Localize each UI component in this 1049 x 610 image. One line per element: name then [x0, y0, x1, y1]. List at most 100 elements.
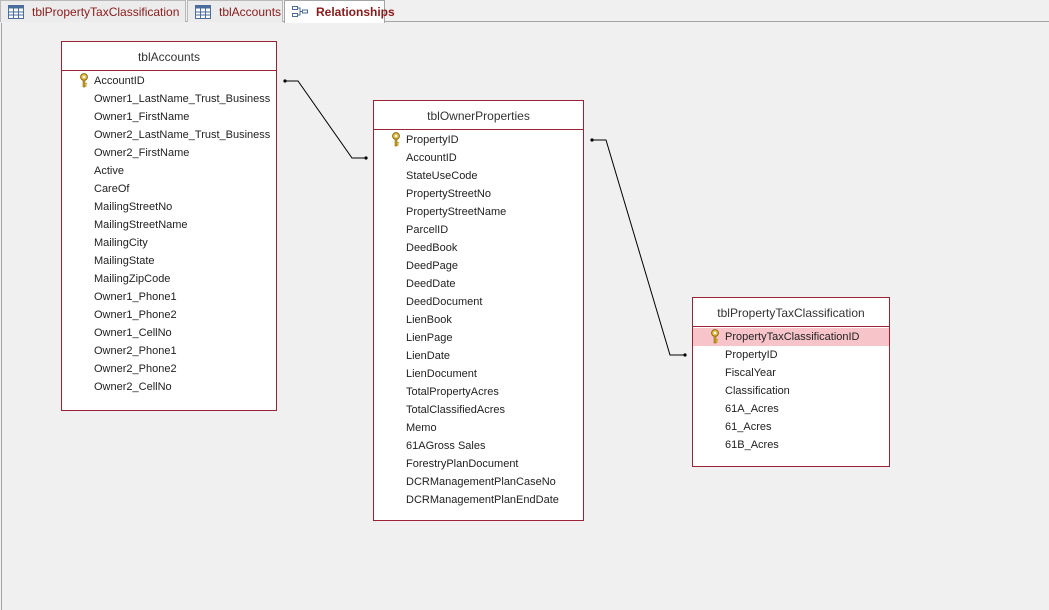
primary-key-icon — [79, 73, 89, 88]
field-row[interactable]: TotalPropertyAcres — [374, 383, 583, 401]
field-row[interactable]: Owner1_LastName_Trust_Business — [62, 90, 276, 108]
field-name: DeedBook — [406, 242, 458, 254]
field-row[interactable]: Owner2_Phone2 — [62, 360, 276, 378]
field-row[interactable]: PropertyTaxClassificationID — [693, 328, 889, 346]
field-row[interactable]: 61A_Acres — [693, 400, 889, 418]
table-title[interactable]: tblAccounts — [62, 42, 276, 71]
field-row[interactable]: ForestryPlanDocument — [374, 455, 583, 473]
field-row[interactable]: Owner1_CellNo — [62, 324, 276, 342]
field-row[interactable]: MailingState — [62, 252, 276, 270]
table-icon — [195, 4, 211, 19]
field-row[interactable]: CareOf — [62, 180, 276, 198]
field-name: ForestryPlanDocument — [406, 458, 519, 470]
field-name: FiscalYear — [725, 367, 776, 379]
field-name: LienPage — [406, 332, 453, 344]
field-name: AccountID — [406, 152, 457, 164]
field-name: DCRManagementPlanCaseNo — [406, 476, 556, 488]
field-row[interactable]: Owner2_FirstName — [62, 144, 276, 162]
field-row[interactable]: PropertyID — [374, 131, 583, 149]
field-name: 61_Acres — [725, 421, 772, 433]
field-row[interactable]: Active — [62, 162, 276, 180]
field-name: Memo — [406, 422, 437, 434]
field-row[interactable]: DeedPage — [374, 257, 583, 275]
field-name: MailingZipCode — [94, 273, 171, 285]
field-name: 61B_Acres — [725, 439, 779, 451]
field-row[interactable]: MailingZipCode — [62, 270, 276, 288]
field-row[interactable]: LienPage — [374, 329, 583, 347]
field-list: PropertyID AccountID StateUseCode PropertyS… — [374, 130, 583, 509]
field-row[interactable]: FiscalYear — [693, 364, 889, 382]
field-row[interactable]: 61B_Acres — [693, 436, 889, 454]
field-row[interactable]: DCRManagementPlanCaseNo — [374, 473, 583, 491]
field-name: MailingStreetName — [94, 219, 188, 231]
tab-label: Relationships — [316, 5, 395, 19]
field-row[interactable]: MailingCity — [62, 234, 276, 252]
field-list: AccountID Owner1_LastName_Trust_Business O… — [62, 71, 276, 396]
field-name: MailingCity — [94, 237, 148, 249]
field-name: LienBook — [406, 314, 452, 326]
field-row[interactable]: Memo — [374, 419, 583, 437]
field-row[interactable]: PropertyStreetName — [374, 203, 583, 221]
field-name: Owner1_LastName_Trust_Business — [94, 93, 271, 105]
table-title[interactable]: tblOwnerProperties — [374, 101, 583, 130]
table-tblPropertyTaxClassification[interactable]: tblPropertyTaxClassification PropertyTax… — [692, 297, 890, 467]
field-row[interactable]: Owner2_CellNo — [62, 378, 276, 396]
field-name: Active — [94, 165, 124, 177]
tab-tblAccounts[interactable]: tblAccounts — [187, 0, 283, 22]
tab-label: tblAccounts — [219, 4, 282, 19]
field-name: Owner1_Phone2 — [94, 309, 177, 321]
field-name: Owner2_Phone2 — [94, 363, 177, 375]
field-row[interactable]: MailingStreetName — [62, 216, 276, 234]
field-row[interactable]: AccountID — [374, 149, 583, 167]
field-row[interactable]: AccountID — [62, 72, 276, 90]
field-row[interactable]: LienDocument — [374, 365, 583, 383]
field-row[interactable]: Owner1_FirstName — [62, 108, 276, 126]
field-name: TotalClassifiedAcres — [406, 404, 506, 416]
field-row[interactable]: 61_Acres — [693, 418, 889, 436]
field-row[interactable]: Classification — [693, 382, 889, 400]
tab-tblPropertyTaxClassification[interactable]: tblPropertyTaxClassification — [0, 0, 186, 22]
field-name: DeedDocument — [406, 296, 483, 308]
field-name: Owner2_FirstName — [94, 147, 190, 159]
field-name: 61AGross Sales — [406, 440, 486, 452]
field-row[interactable]: DCRManagementPlanEndDate — [374, 491, 583, 509]
table-icon — [8, 4, 24, 19]
field-row[interactable]: Owner1_Phone2 — [62, 306, 276, 324]
field-row[interactable]: 61AGross Sales — [374, 437, 583, 455]
field-name: CareOf — [94, 183, 130, 195]
field-row[interactable]: LienDate — [374, 347, 583, 365]
field-name: Owner2_LastName_Trust_Business — [94, 129, 271, 141]
relationships-icon — [292, 5, 308, 19]
field-row[interactable]: DeedBook — [374, 239, 583, 257]
field-name: PropertyStreetNo — [406, 188, 491, 200]
field-row[interactable]: ParcelID — [374, 221, 583, 239]
field-name: AccountID — [94, 75, 145, 87]
field-name: Owner1_FirstName — [94, 111, 190, 123]
table-title[interactable]: tblPropertyTaxClassification — [693, 298, 889, 327]
field-row[interactable]: Owner2_Phone1 — [62, 342, 276, 360]
field-name: MailingStreetNo — [94, 201, 173, 213]
tab-relationships[interactable]: Relationships — [284, 0, 395, 23]
table-tblAccounts[interactable]: tblAccounts AccountID Owner1_LastName_Tru… — [61, 41, 277, 411]
field-row[interactable]: DeedDate — [374, 275, 583, 293]
field-row[interactable]: StateUseCode — [374, 167, 583, 185]
field-row[interactable]: Owner1_Phone1 — [62, 288, 276, 306]
field-name: MailingState — [94, 255, 155, 267]
field-row[interactable]: LienBook — [374, 311, 583, 329]
tab-label: tblPropertyTaxClassification — [32, 4, 180, 19]
primary-key-icon — [391, 132, 401, 147]
field-name: PropertyTaxClassificationID — [725, 331, 860, 343]
field-row[interactable]: TotalClassifiedAcres — [374, 401, 583, 419]
field-row[interactable]: Owner2_LastName_Trust_Business — [62, 126, 276, 144]
field-name: Classification — [725, 385, 790, 397]
field-name: ParcelID — [406, 224, 449, 236]
field-name: Owner2_Phone1 — [94, 345, 177, 357]
field-name: Owner2_CellNo — [94, 381, 172, 393]
table-tblOwnerProperties[interactable]: tblOwnerProperties PropertyID AccountID St… — [373, 100, 584, 521]
field-name: PropertyID — [725, 349, 778, 361]
field-name: PropertyStreetName — [406, 206, 507, 218]
field-row[interactable]: MailingStreetNo — [62, 198, 276, 216]
field-row[interactable]: PropertyID — [693, 346, 889, 364]
field-row[interactable]: PropertyStreetNo — [374, 185, 583, 203]
field-row[interactable]: DeedDocument — [374, 293, 583, 311]
